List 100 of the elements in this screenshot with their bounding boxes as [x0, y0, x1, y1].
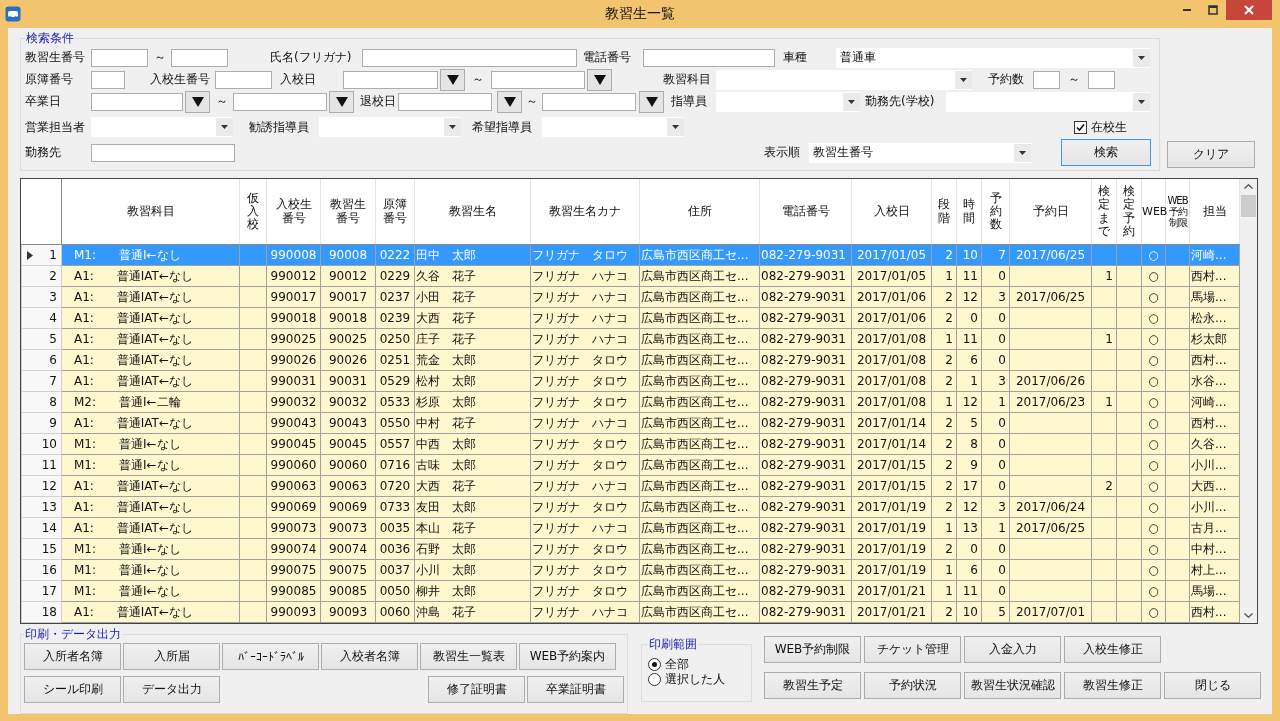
row-header[interactable]: 7	[21, 370, 62, 392]
date-picker-button[interactable]	[639, 90, 664, 113]
checkbox[interactable]	[1074, 120, 1087, 134]
row-header[interactable]: 3	[21, 286, 62, 308]
print-button[interactable]: シール印刷	[24, 676, 121, 703]
table-row[interactable]: 11 M1: 普通Ⅰ←なし 990060 90060 0716 古味 太郎 フリガナ タロウ 広島市西区商工セ... 082-279-9031 2017/01/15 2 9 0 ○ 小川...	[21, 454, 1240, 476]
column-header[interactable]: 教習生名カナ	[530, 179, 640, 245]
vertical-scrollbar[interactable]	[1240, 179, 1257, 623]
close-button[interactable]	[1226, 0, 1272, 20]
row-header[interactable]: 10	[21, 433, 62, 455]
table-row[interactable]: 18 A1: 普通ⅠAT←なし 990093 90093 0060 沖島 花子 フリガナ ハナコ 広島市西区商工セ... 082-279-9031 2017/01/21 2 10 5 2017/07/01 ○ 西村...	[21, 601, 1240, 623]
row-header[interactable]: 5	[21, 328, 62, 350]
column-header[interactable]: 検定まで	[1091, 179, 1117, 245]
row-header[interactable]: 2	[21, 265, 62, 287]
table-row[interactable]: 12 A1: 普通ⅠAT←なし 990063 90063 0720 大西 花子 フリガナ ハナコ 広島市西区商工セ... 082-279-9031 2017/01/15 2 17 0 2 ○ 大西...	[21, 475, 1240, 497]
column-header[interactable]: 教習生名	[414, 179, 531, 245]
scroll-up-icon[interactable]	[1244, 184, 1253, 189]
radio-button[interactable]	[648, 658, 661, 671]
scroll-thumb[interactable]	[1241, 195, 1256, 217]
table-row[interactable]: 3 A1: 普通ⅠAT←なし 990017 90017 0237 小田 花子 フリガナ ハナコ 広島市西区商工セ... 082-279-9031 2017/01/06 2 12 3 2017/06/25 ○ 馬場...	[21, 286, 1240, 308]
date-picker-button[interactable]	[329, 90, 354, 113]
table-row[interactable]: 2 A1: 普通ⅠAT←なし 990012 90012 0229 久谷 花子 フリガナ ハナコ 広島市西区商工セ... 082-279-9031 2017/01/05 1 11 0 1 ○ 西村...	[21, 265, 1240, 287]
column-header[interactable]: 検定予約	[1116, 179, 1142, 245]
table-row[interactable]: 6 A1: 普通ⅠAT←なし 990026 90026 0251 荒金 太郎 フリガナ タロウ 広島市西区商工セ... 082-279-9031 2017/01/08 2 6 0 ○ 西村...	[21, 349, 1240, 371]
column-header[interactable]: 予約数	[981, 179, 1010, 245]
column-header[interactable]: 住所	[639, 179, 760, 245]
print-button[interactable]: 入所者名簿	[24, 643, 121, 670]
scroll-down-icon[interactable]	[1244, 613, 1253, 618]
date-picker-button[interactable]	[185, 90, 210, 113]
action-button[interactable]: 入金入力	[964, 636, 1061, 663]
table-row[interactable]: 7 A1: 普通ⅠAT←なし 990031 90031 0529 松村 太郎 フリガナ タロウ 広島市西区商工セ... 082-279-9031 2017/01/08 2 1 3 2017/06/26 ○ 水谷...	[21, 370, 1240, 392]
dropdown[interactable]	[716, 69, 972, 90]
row-header[interactable]: 12	[21, 475, 62, 497]
clear-button[interactable]: クリア	[1167, 141, 1255, 168]
print-button[interactable]: 卒業証明書	[527, 676, 624, 703]
table-row[interactable]: 5 A1: 普通ⅠAT←なし 990025 90025 0250 庄子 花子 フリガナ ハナコ 広島市西区商工セ... 082-279-9031 2017/01/08 1 11 0 1 ○ 杉太郎	[21, 328, 1240, 350]
column-header[interactable]: 入校生番号	[266, 179, 321, 245]
column-header[interactable]: 原簿番号	[375, 179, 415, 245]
row-header[interactable]: 9	[21, 412, 62, 434]
table-row[interactable]: 1 M1: 普通Ⅰ←なし 990008 90008 0222 田中 太郎 フリガナ タロウ 広島市西区商工セ... 082-279-9031 2017/01/05 2 10 7 2017/06/25 ○ 河崎...	[21, 244, 1240, 266]
table-row[interactable]: 8 M2: 普通Ⅰ←二輪 990032 90032 0533 杉原 太郎 フリガナ タロウ 広島市西区商工セ... 082-279-9031 2017/01/08 1 12 1 2017/06/23 1 ○ 河崎...	[21, 391, 1240, 413]
column-header[interactable]: 教習生番号	[320, 179, 376, 245]
column-header[interactable]: 入校日	[851, 179, 932, 245]
column-header[interactable]: 時間	[956, 179, 982, 245]
table-row[interactable]: 15 M1: 普通Ⅰ←なし 990074 90074 0036 石野 太郎 フリガナ タロウ 広島市西区商工セ... 082-279-9031 2017/01/19 2 0 0 ○ 中村...	[21, 538, 1240, 560]
action-button[interactable]: WEB予約制限	[764, 636, 861, 663]
row-header[interactable]: 15	[21, 538, 62, 560]
dropdown[interactable]: 普通車	[836, 47, 1150, 68]
date-picker-button[interactable]	[497, 90, 522, 113]
input-field[interactable]	[643, 48, 775, 67]
row-header[interactable]: 4	[21, 307, 62, 329]
row-header[interactable]: 18	[21, 601, 62, 623]
table-row[interactable]: 13 A1: 普通ⅠAT←なし 990069 90069 0733 友田 太郎 フリガナ タロウ 広島市西区商工セ... 082-279-9031 2017/01/19 2 12 3 2017/06/24 ○ 小川...	[21, 496, 1240, 518]
action-button[interactable]: 予約状況	[864, 672, 961, 699]
radio-button[interactable]	[648, 673, 661, 686]
column-header[interactable]: WEB	[1141, 179, 1166, 245]
print-button[interactable]: 教習生一覧表	[420, 643, 517, 670]
row-header[interactable]: 1	[21, 244, 62, 266]
date-field[interactable]	[343, 70, 438, 89]
date-picker-button[interactable]	[587, 68, 612, 91]
row-header[interactable]: 14	[21, 517, 62, 539]
date-field[interactable]	[91, 92, 183, 111]
date-field[interactable]	[542, 92, 636, 111]
action-button[interactable]: 教習生状況確認	[964, 672, 1061, 699]
print-button[interactable]: データ出力	[123, 676, 220, 703]
table-row[interactable]: 10 M1: 普通Ⅰ←なし 990045 90045 0557 中西 太郎 フリガナ タロウ 広島市西区商工セ... 082-279-9031 2017/01/14 2 8 0 ○ 久谷...	[21, 433, 1240, 455]
input-field[interactable]	[91, 143, 235, 162]
column-header[interactable]: 予約日	[1009, 179, 1092, 245]
input-field[interactable]	[1088, 70, 1115, 89]
input-field[interactable]	[171, 48, 228, 67]
action-button[interactable]: 閉じる	[1164, 672, 1261, 699]
input-field[interactable]	[215, 70, 272, 89]
table-row[interactable]: 4 A1: 普通ⅠAT←なし 990018 90018 0239 大西 花子 フリガナ ハナコ 広島市西区商工セ... 082-279-9031 2017/01/06 2 0 0 ○ 松永...	[21, 307, 1240, 329]
date-picker-button[interactable]	[440, 68, 465, 91]
row-header[interactable]: 17	[21, 580, 62, 602]
row-header[interactable]: 13	[21, 496, 62, 518]
row-header[interactable]: 8	[21, 391, 62, 413]
table-row[interactable]: 14 A1: 普通ⅠAT←なし 990073 90073 0035 本山 花子 フリガナ ハナコ 広島市西区商工セ... 082-279-9031 2017/01/19 1 13 1 2017/06/25 ○ 古月...	[21, 517, 1240, 539]
input-field[interactable]	[91, 48, 148, 67]
dropdown[interactable]	[946, 91, 1150, 112]
dropdown[interactable]	[716, 91, 860, 112]
action-button[interactable]: 教習生修正	[1064, 672, 1161, 699]
column-header[interactable]: 段階	[931, 179, 957, 245]
print-button[interactable]: 入校者名簿	[321, 643, 418, 670]
print-button[interactable]: 修了証明書	[428, 676, 525, 703]
column-header[interactable]: 担当	[1189, 179, 1240, 245]
print-button[interactable]: WEB予約案内	[519, 643, 616, 670]
action-button[interactable]: 入校生修正	[1064, 636, 1161, 663]
table-row[interactable]: 17 M1: 普通Ⅰ←なし 990085 90085 0050 柳井 太郎 フリガナ タロウ 広島市西区商工セ... 082-279-9031 2017/01/21 1 11 0 ○ 馬場...	[21, 580, 1240, 602]
print-button[interactable]: 入所届	[123, 643, 220, 670]
print-button[interactable]: ﾊﾞｰｺｰﾄﾞﾗﾍﾞﾙ	[222, 643, 319, 670]
date-field[interactable]	[233, 92, 327, 111]
column-header[interactable]: 教習科目	[61, 179, 240, 245]
action-button[interactable]: 教習生予定	[764, 672, 861, 699]
row-header[interactable]: 6	[21, 349, 62, 371]
column-header[interactable]: 仮入校	[239, 179, 267, 245]
date-field[interactable]	[491, 70, 585, 89]
table-row[interactable]: 9 A1: 普通ⅠAT←なし 990043 90043 0550 中村 花子 フリガナ ハナコ 広島市西区商工セ... 082-279-9031 2017/01/14 2 5 0 ○ 西村...	[21, 412, 1240, 434]
input-field[interactable]	[1033, 70, 1060, 89]
action-button[interactable]: チケット管理	[864, 636, 961, 663]
